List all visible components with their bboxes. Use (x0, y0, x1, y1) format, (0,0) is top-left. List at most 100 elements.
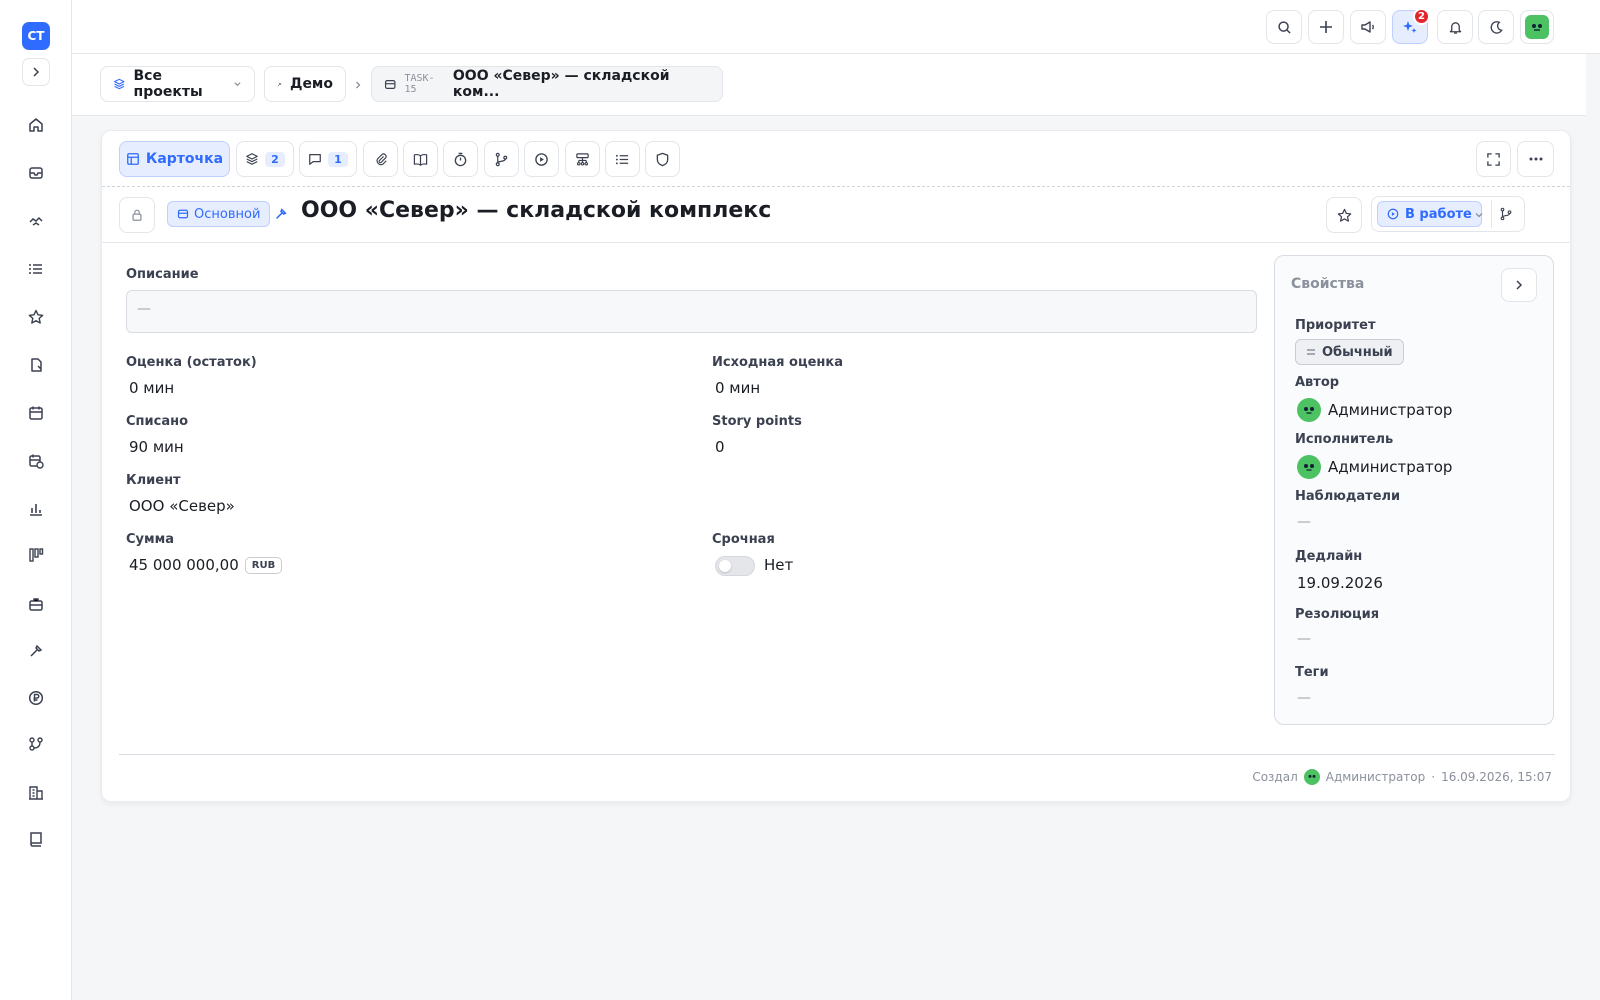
tab-subtasks[interactable]: 2 (236, 141, 294, 177)
announcements-button[interactable] (1350, 10, 1386, 44)
inbox-icon (384, 79, 396, 89)
tab-runs[interactable] (524, 141, 559, 177)
search-icon (1277, 20, 1291, 34)
sidebar-item-finance[interactable] (25, 687, 47, 709)
avatar (1303, 769, 1320, 785)
sidebar-item-processes[interactable] (25, 733, 47, 755)
ai-assistant-button[interactable]: 2 (1392, 8, 1430, 44)
sidebar-item-favorites[interactable] (25, 306, 47, 328)
megaphone-icon (1361, 21, 1374, 33)
tab-time-tracking[interactable] (443, 141, 478, 177)
story-points-label: Story points (712, 414, 802, 429)
sidebar-item-tools[interactable] (25, 640, 47, 662)
chart-icon (30, 504, 42, 516)
star-icon (1337, 208, 1351, 222)
smiley-face-icon (1304, 407, 1314, 414)
tab-checklist[interactable] (605, 141, 640, 177)
comment-icon (309, 154, 322, 165)
sidebar-item-reports[interactable] (25, 498, 47, 520)
description-label: Описание (126, 267, 199, 282)
project-demo-link[interactable]: Демо (264, 66, 346, 102)
original-estimate-value[interactable]: 0 мин (715, 379, 760, 397)
urgent-value: Нет (764, 556, 794, 574)
sidebar-item-home[interactable] (25, 114, 47, 136)
collapse-properties-button[interactable] (1501, 268, 1537, 302)
priority-select[interactable]: Обычный (1295, 339, 1404, 365)
status-badge[interactable]: В работе (1377, 201, 1482, 227)
ruble-icon (28, 690, 44, 706)
more-options-button[interactable] (1517, 141, 1554, 177)
lock-button[interactable] (119, 197, 155, 233)
deadline-value[interactable]: 19.09.2026 (1297, 574, 1383, 592)
tags-value[interactable]: — (1297, 690, 1311, 706)
layers-icon (246, 153, 259, 165)
app-logo[interactable]: СТ (22, 22, 50, 50)
all-projects-dropdown[interactable]: Все проекты (100, 66, 255, 102)
search-button[interactable] (1266, 10, 1302, 44)
tab-card[interactable]: Карточка (119, 141, 230, 177)
tools-icon (277, 82, 282, 86)
description-field[interactable]: — (126, 290, 1257, 333)
client-value[interactable]: ООО «Север» (129, 497, 235, 515)
user-avatar-button[interactable] (1520, 10, 1554, 44)
workflow-transitions-button[interactable] (1491, 200, 1519, 228)
amount-label: Сумма (126, 532, 175, 547)
sidebar-item-calendar[interactable] (25, 402, 47, 424)
author-label: Автор (1295, 375, 1340, 390)
logged-time-value[interactable]: 90 мин (129, 438, 184, 456)
tab-comments[interactable]: 1 (299, 141, 357, 177)
sidebar-item-schedule[interactable] (25, 450, 47, 472)
fullscreen-button[interactable] (1476, 141, 1511, 177)
document-icon (31, 358, 42, 372)
avatar (1525, 15, 1549, 39)
sidebar-item-knowledge[interactable] (25, 828, 47, 850)
task-breadcrumb[interactable]: TASK-15 ООО «Север» — складской ком... (371, 66, 723, 102)
amount-field[interactable]: 45 000 000,00 RUB (129, 556, 283, 574)
favorite-button[interactable] (1326, 197, 1362, 233)
list-icon (615, 154, 629, 164)
workflow-icon (29, 737, 43, 751)
star-icon (28, 309, 44, 324)
list-icon (29, 264, 42, 274)
plus-icon (1320, 21, 1332, 33)
kanban-icon (29, 548, 44, 562)
watchers-value[interactable]: — (1297, 514, 1311, 530)
estimate-remaining-value[interactable]: 0 мин (129, 379, 174, 397)
notifications-badge: 2 (1413, 8, 1430, 25)
git-branch-icon (1500, 207, 1511, 221)
created-by[interactable]: Администратор (1326, 770, 1426, 784)
sidebar-item-boards[interactable] (25, 544, 47, 566)
task-type-badge[interactable]: Основной (167, 201, 271, 227)
task-breadcrumb-title: ООО «Север» — складской ком... (452, 68, 670, 100)
sidebar-item-deals[interactable] (25, 210, 47, 232)
status-control: В работе (1371, 196, 1525, 232)
tab-wiki[interactable] (403, 141, 438, 177)
properties-panel: Свойства Приоритет Обычный Автор Админис… (1274, 255, 1554, 725)
hierarchy-icon (576, 152, 589, 165)
sidebar-expand-button[interactable] (22, 58, 50, 86)
subtasks-count: 2 (265, 151, 285, 167)
story-points-value[interactable]: 0 (715, 438, 725, 456)
created-info: Создал Администратор · 16.09.2026, 15:07 (1252, 769, 1552, 785)
sidebar-item-tasks[interactable] (25, 258, 47, 280)
sidebar-item-portfolio[interactable] (25, 593, 47, 615)
breadcrumb: Все проекты Демо TASK-15 ООО «Север» — с… (72, 54, 1586, 116)
watchers-label: Наблюдатели (1295, 489, 1401, 504)
theme-toggle-button[interactable] (1478, 10, 1514, 44)
notifications-button[interactable] (1437, 10, 1473, 44)
resolution-value[interactable]: — (1297, 631, 1311, 647)
sidebar-item-inbox[interactable] (25, 162, 47, 184)
chevron-down-icon[interactable] (1474, 210, 1484, 220)
sidebar-item-documents[interactable] (25, 354, 47, 376)
assignee-field[interactable]: Администратор (1297, 455, 1452, 479)
tab-hierarchy[interactable] (565, 141, 600, 177)
sidebar-item-companies[interactable] (25, 782, 47, 804)
tab-attachments[interactable] (363, 141, 398, 177)
urgent-toggle[interactable] (715, 556, 755, 576)
author-field[interactable]: Администратор (1297, 398, 1452, 422)
create-button[interactable] (1308, 10, 1344, 44)
priority-label: Приоритет (1295, 318, 1376, 333)
tab-security[interactable] (645, 141, 680, 177)
building-icon (29, 786, 43, 800)
tab-branches[interactable] (484, 141, 519, 177)
